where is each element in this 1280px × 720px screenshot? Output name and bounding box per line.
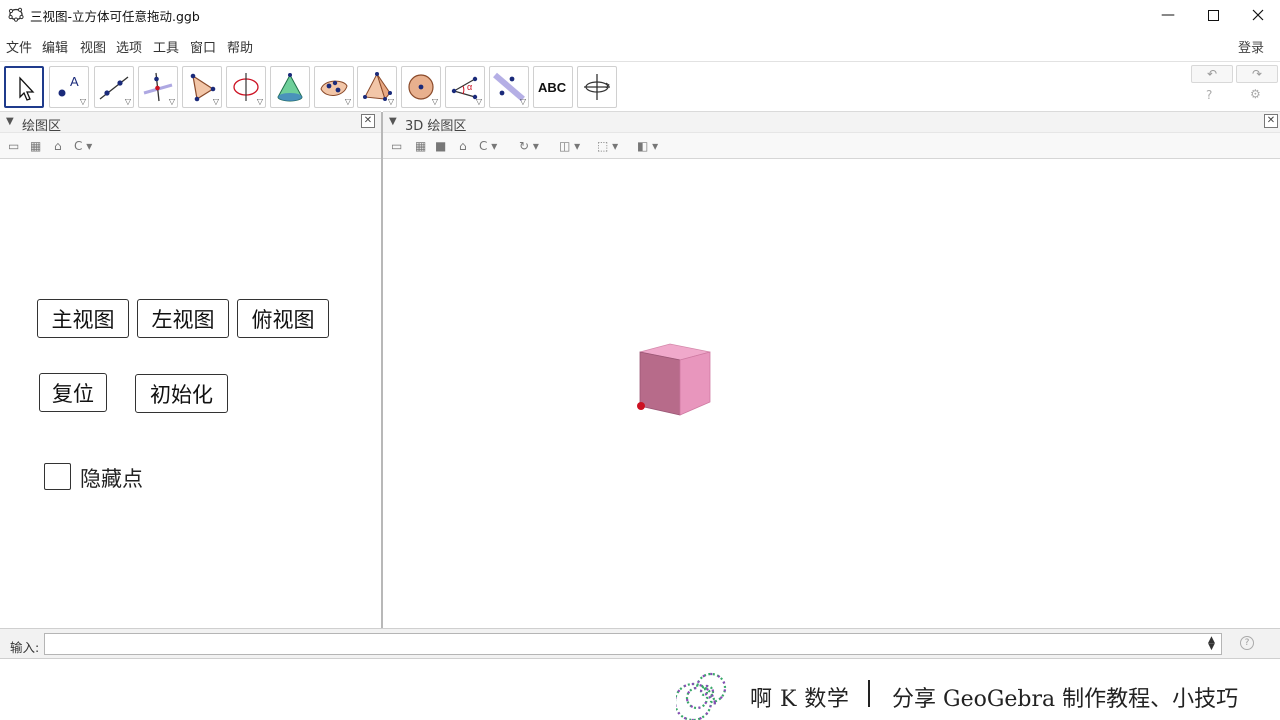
menu-file[interactable]: 文件 <box>6 37 32 56</box>
sphere-tool[interactable]: ▽ <box>401 66 441 108</box>
collapse-arrow-icon[interactable]: ▼ <box>6 116 14 127</box>
left-view-button[interactable]: 左视图 <box>137 299 229 338</box>
input-label: 输入: <box>10 640 40 655</box>
cube-front-face[interactable] <box>639 351 681 416</box>
graphics-panel-header: ▼ 绘图区 ✕ <box>0 111 381 134</box>
menu-view[interactable]: 视图 <box>80 37 106 56</box>
dropdown-arrow-icon: ▽ <box>344 97 351 106</box>
rotate-view-tool[interactable] <box>577 66 617 108</box>
text-abc-icon: ABC <box>538 80 567 95</box>
menu-options[interactable]: 选项 <box>116 37 142 56</box>
graphics-panel-title: 绘图区 <box>22 119 62 134</box>
dropdown-arrow-icon: ▽ <box>475 97 482 106</box>
text-tool[interactable]: ABC <box>533 66 573 108</box>
dropdown-arrow-icon: ▽ <box>79 97 86 106</box>
grid-toggle-icon[interactable]: ▦ <box>30 139 41 153</box>
dropdown-arrow-icon: ▽ <box>387 97 394 106</box>
svg-text:α: α <box>467 82 472 92</box>
plane-toggle-icon[interactable]: ■ <box>435 139 446 153</box>
rotate-view-icon[interactable]: ↻ ▾ <box>519 139 539 153</box>
point-tool[interactable]: A ▽ <box>49 66 89 108</box>
svg-text:ABC: ABC <box>538 80 567 95</box>
window-title: 三视图-立方体可任意拖动.ggb <box>30 9 200 24</box>
cone-icon <box>277 73 303 102</box>
geogebra-app-icon <box>8 7 24 22</box>
view3d-panel-title: 3D 绘图区 <box>405 119 467 134</box>
input-bar: 输入: ▲ ▼ ? <box>0 628 1280 659</box>
dropdown-arrow-icon: ▽ <box>168 97 175 106</box>
redo-button[interactable]: ↷ <box>1236 65 1278 83</box>
graphics-style-bar: ▭ ▦ ⌂ C ▾ <box>0 133 381 159</box>
hide-points-checkbox[interactable] <box>44 463 71 490</box>
gear-icon[interactable]: ⚙ <box>1250 87 1261 101</box>
intersect-surfaces-tool[interactable]: ▽ <box>314 66 354 108</box>
point-capture-icon[interactable]: C ▾ <box>479 139 497 153</box>
title-bar: 三视图-立方体可任意拖动.ggb — <box>0 0 1280 30</box>
angle-tool[interactable]: α ▽ <box>445 66 485 108</box>
view3d-panel-header: ▼ 3D 绘图区 ✕ <box>383 111 1280 134</box>
menu-help[interactable]: 帮助 <box>227 37 253 56</box>
undo-button[interactable]: ↶ <box>1191 65 1233 83</box>
view3d-style-bar: ▭ ▦ ■ ⌂ C ▾ ↻ ▾ ◫ ▾ ⬚ ▾ ◧ ▾ <box>383 133 1280 159</box>
cube-side-face[interactable] <box>679 351 711 416</box>
brand-tagline: 分享 GeoGebra 制作教程、小技巧 <box>892 687 1239 712</box>
close-view3d-panel-button[interactable]: ✕ <box>1264 114 1278 128</box>
circle-axis-tool[interactable]: ▽ <box>226 66 266 108</box>
reset-button[interactable]: 复位 <box>39 373 107 412</box>
dropdown-arrow-icon: ▽ <box>431 97 438 106</box>
projection-icon[interactable]: ◧ ▾ <box>637 139 658 153</box>
input-help-icon[interactable]: ? <box>1240 636 1254 650</box>
command-input-field[interactable] <box>44 633 1222 655</box>
cube-3d[interactable] <box>630 338 720 418</box>
axes-toggle-icon[interactable]: ▭ <box>8 139 19 153</box>
pyramid-tool[interactable]: ▽ <box>357 66 397 108</box>
close-graphics-panel-button[interactable]: ✕ <box>361 114 375 128</box>
home-icon[interactable]: ⌂ <box>459 139 467 153</box>
view-direction-icon[interactable]: ◫ ▾ <box>559 139 580 153</box>
initialize-button[interactable]: 初始化 <box>135 374 228 413</box>
brand-name: 啊 K 数学 <box>750 687 850 712</box>
rotate-3d-view-icon <box>584 74 610 100</box>
maximize-button[interactable] <box>1190 0 1236 30</box>
maximize-icon <box>1207 9 1219 21</box>
dropdown-arrow-icon: ▽ <box>256 97 263 106</box>
line-tool[interactable]: ▽ <box>94 66 134 108</box>
menu-tools[interactable]: 工具 <box>153 37 179 56</box>
cursor-arrow-icon <box>19 76 35 101</box>
home-icon[interactable]: ⌂ <box>54 139 62 153</box>
dropdown-arrow-icon: ▽ <box>519 97 526 106</box>
help-icon[interactable]: ? <box>1206 88 1212 102</box>
menu-edit[interactable]: 编辑 <box>42 37 68 56</box>
watermark-banner: 啊 K 数学 分享 GeoGebra 制作教程、小技巧 <box>0 660 1280 720</box>
toolbar: A ▽ ▽ ▽ ▽ ▽ ▽ ▽ ▽ α ▽ ▽ ABC ↶ ↷ ? ⚙ <box>0 61 1280 111</box>
panel-divider[interactable] <box>381 112 383 628</box>
hide-points-label: 隐藏点 <box>80 467 143 491</box>
perpendicular-tool[interactable]: ▽ <box>138 66 178 108</box>
collapse-arrow-icon[interactable]: ▼ <box>389 116 397 127</box>
clipping-icon[interactable]: ⬚ ▾ <box>597 139 618 153</box>
cone-tool[interactable] <box>270 66 310 108</box>
dropdown-arrow-icon: ▽ <box>124 97 131 106</box>
close-icon <box>1252 9 1264 21</box>
axes-toggle-icon[interactable]: ▭ <box>391 139 402 153</box>
polygon-tool[interactable]: ▽ <box>182 66 222 108</box>
spiral-logo-icon <box>676 672 727 720</box>
close-window-button[interactable] <box>1235 0 1280 30</box>
move-tool[interactable] <box>4 66 44 108</box>
grid-toggle-icon[interactable]: ▦ <box>415 139 426 153</box>
dropdown-arrow-icon: ▽ <box>212 97 219 106</box>
login-link[interactable]: 登录 <box>1238 37 1264 56</box>
point-capture-icon[interactable]: C ▾ <box>74 139 92 153</box>
minimize-button[interactable]: — <box>1145 0 1191 30</box>
front-view-button[interactable]: 主视图 <box>37 299 129 338</box>
history-spinner-icon[interactable]: ▲ ▼ <box>1208 636 1215 652</box>
menu-bar: 文件 编辑 视图 选项 工具 窗口 帮助 登录 <box>0 32 1280 58</box>
reflect-plane-tool[interactable]: ▽ <box>489 66 529 108</box>
menu-window[interactable]: 窗口 <box>190 37 216 56</box>
banner-separator <box>868 680 870 707</box>
cube-vertex-point[interactable] <box>637 402 645 410</box>
top-view-button[interactable]: 俯视图 <box>237 299 329 338</box>
svg-text:A: A <box>70 74 79 89</box>
